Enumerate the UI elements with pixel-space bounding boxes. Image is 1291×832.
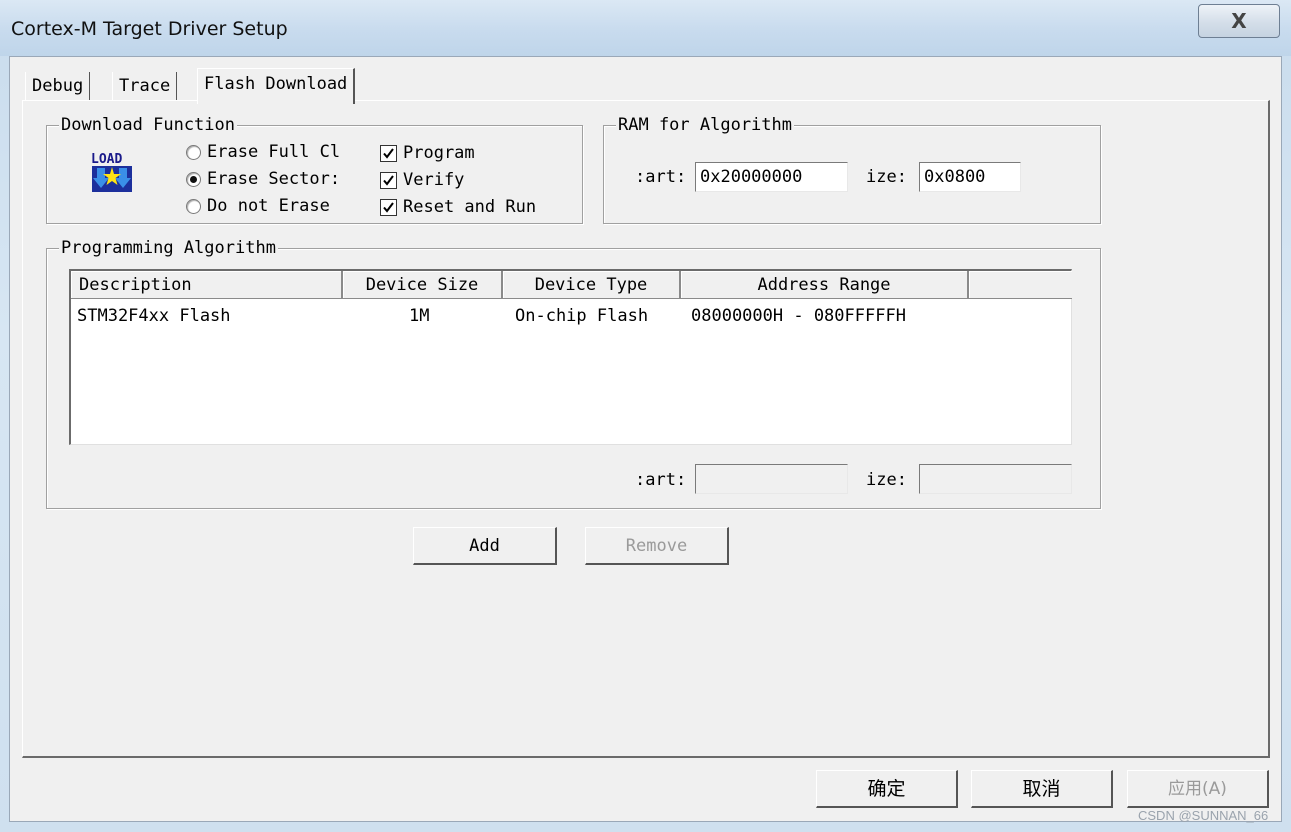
title-bar: Cortex-M Target Driver Setup X xyxy=(0,0,1291,56)
checkbox-label: Program xyxy=(403,143,475,163)
remove-button[interactable]: Remove xyxy=(585,527,729,565)
algo-size-input[interactable] xyxy=(919,464,1072,494)
radio-label: Do not Erase xyxy=(207,196,330,216)
radio-label: Erase Full Cl xyxy=(207,142,341,162)
radio-indicator xyxy=(186,198,201,214)
tab-debug[interactable]: Debug xyxy=(25,72,91,102)
ok-button[interactable]: 确定 xyxy=(816,770,958,808)
radio-do-not-erase[interactable]: Do not Erase xyxy=(186,194,330,218)
close-icon: X xyxy=(1231,9,1247,33)
radio-indicator-selected xyxy=(186,171,201,187)
radio-erase-full-chip[interactable]: Erase Full Cl xyxy=(186,140,340,164)
ram-size-label: ize: xyxy=(866,167,907,187)
add-button[interactable]: Add xyxy=(413,527,557,565)
close-button[interactable]: X xyxy=(1198,4,1280,38)
tab-flash-download[interactable]: Flash Download xyxy=(197,68,356,104)
list-header: Description Device Size Device Type Addr… xyxy=(71,271,1072,299)
column-description[interactable]: Description xyxy=(71,271,343,299)
cell-device-size: 1M xyxy=(409,306,430,326)
ram-start-input[interactable]: 0x20000000 xyxy=(695,162,848,192)
checkbox-program[interactable]: Program xyxy=(380,141,475,165)
tab-trace[interactable]: Trace xyxy=(112,72,178,102)
cell-device-type: On-chip Flash xyxy=(515,306,649,326)
check-icon xyxy=(380,198,397,216)
apply-button[interactable]: 应用(A) xyxy=(1127,770,1269,808)
column-address-range[interactable]: Address Range xyxy=(681,271,969,299)
programming-algorithm-label: Programming Algorithm xyxy=(59,237,278,259)
algo-start-label: :art: xyxy=(635,470,687,490)
algo-start-input[interactable] xyxy=(695,464,848,494)
window-title: Cortex-M Target Driver Setup xyxy=(11,18,288,40)
cancel-button[interactable]: 取消 xyxy=(971,770,1113,808)
radio-label: Erase Sector: xyxy=(207,169,341,189)
download-function-label: Download Function xyxy=(59,114,237,136)
ram-size-input[interactable]: 0x0800 xyxy=(919,162,1021,192)
radio-erase-sectors[interactable]: Erase Sector: xyxy=(186,167,340,191)
checkbox-label: Verify xyxy=(403,170,465,190)
algo-size-label: ize: xyxy=(866,470,907,490)
checkbox-verify[interactable]: Verify xyxy=(380,168,464,192)
checkbox-label: Reset and Run xyxy=(403,197,537,217)
load-icon-text: LOAD xyxy=(91,152,122,167)
watermark: CSDN @SUNNAN_66 xyxy=(1138,808,1269,823)
radio-indicator xyxy=(186,144,201,160)
cell-description: STM32F4xx Flash xyxy=(77,306,231,326)
ram-for-algorithm-label: RAM for Algorithm xyxy=(616,114,794,136)
algorithm-list[interactable]: Description Device Size Device Type Addr… xyxy=(69,269,1072,445)
check-icon xyxy=(380,171,397,189)
checkbox-reset-and-run[interactable]: Reset and Run xyxy=(380,195,536,219)
check-icon xyxy=(380,144,397,162)
column-device-size[interactable]: Device Size xyxy=(343,271,503,299)
column-device-type[interactable]: Device Type xyxy=(503,271,681,299)
column-empty xyxy=(969,271,1072,299)
load-icon: LOAD xyxy=(91,152,132,192)
ram-start-label: :art: xyxy=(635,167,687,187)
cell-address-range: 08000000H - 080FFFFFH xyxy=(691,306,906,326)
